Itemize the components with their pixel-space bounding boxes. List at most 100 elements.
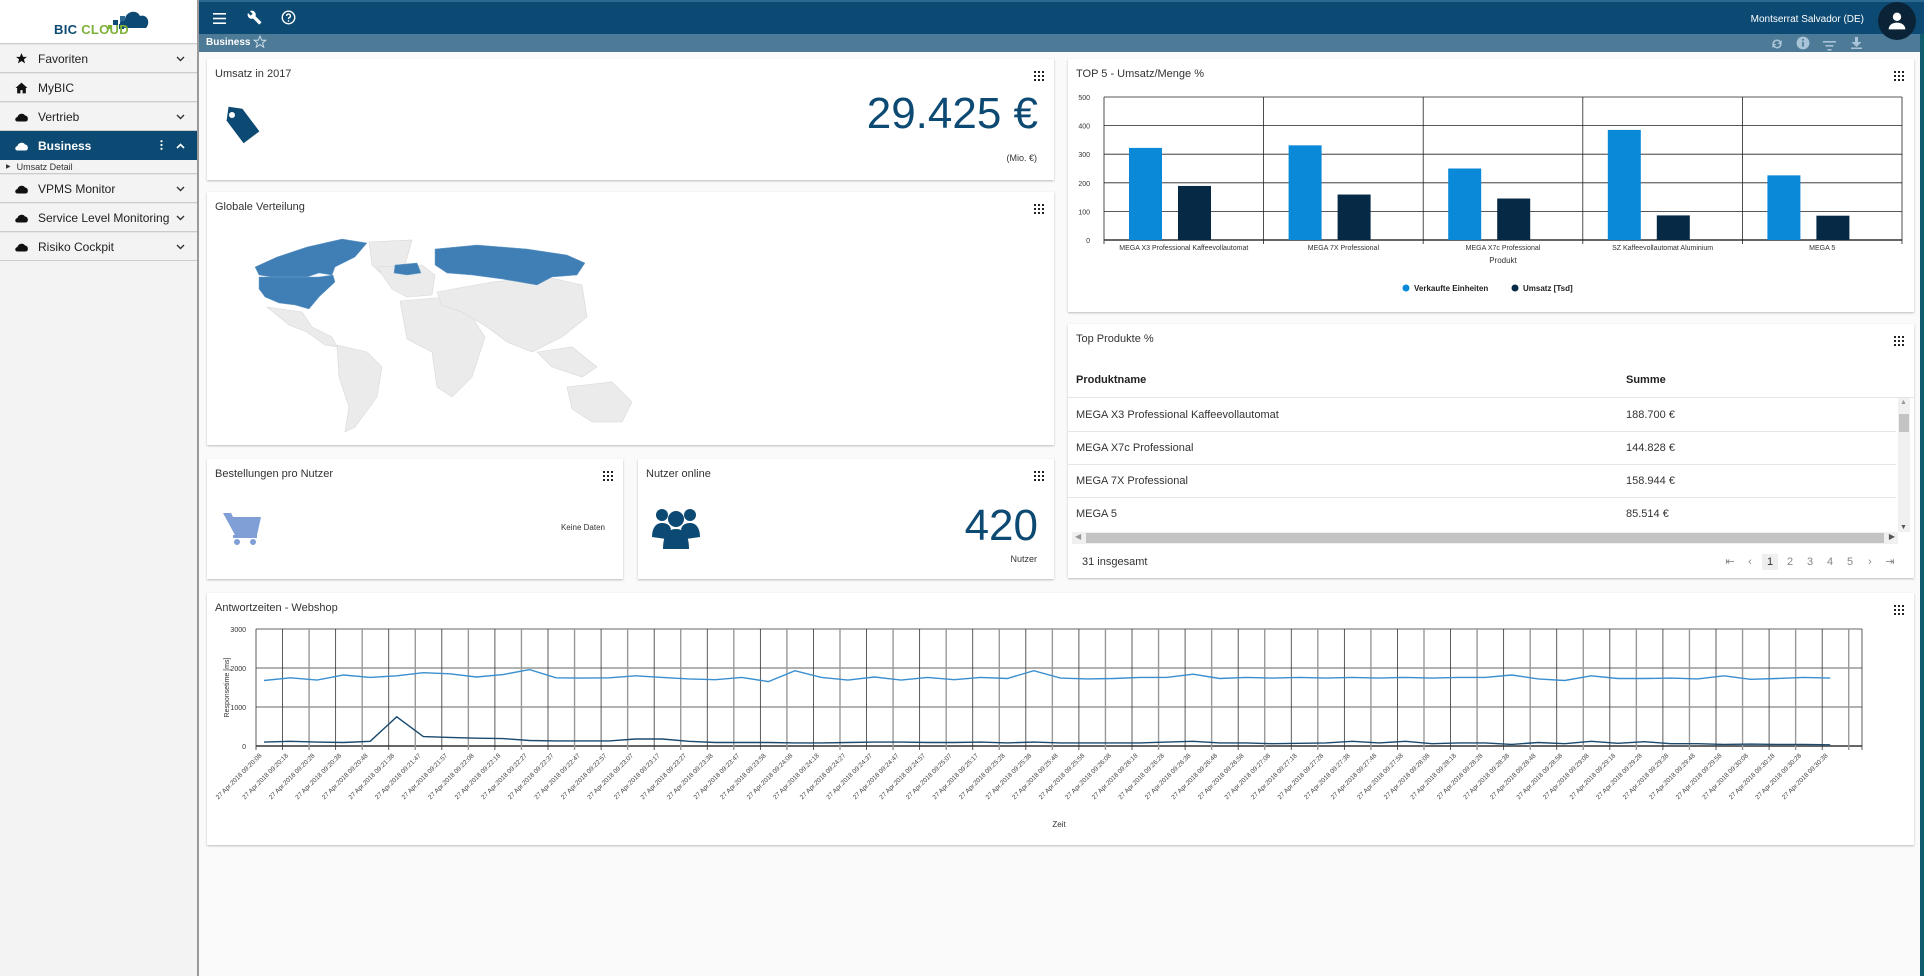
sidebar-item-label: VPMS Monitor xyxy=(38,181,116,196)
breadcrumb[interactable]: Business xyxy=(206,37,250,48)
sidebar-item-vpms-monitor[interactable]: VPMS Monitor xyxy=(0,174,197,203)
x-tick-label: 27 Apr.2018 09:29:08 xyxy=(1542,752,1591,801)
widget-nutzer-online: Nutzer online 420 Nutzer xyxy=(638,459,1054,579)
star-icon xyxy=(12,52,30,65)
bar-verkaufte-einheiten xyxy=(1288,145,1322,240)
pagination: ⇤ ‹ 1 2 3 4 5 › ⇥ xyxy=(1720,554,1900,570)
page-1[interactable]: 1 xyxy=(1762,554,1778,570)
sidebar-item-favoriten[interactable]: Favoriten xyxy=(0,44,197,73)
x-tick-label: 27 Apr.2018 09:30:38 xyxy=(1781,752,1830,801)
y-tick-label: 2000 xyxy=(230,666,246,673)
hamburger-menu-icon[interactable] xyxy=(213,11,226,29)
x-tick-label: 27 Apr.2018 09:25:48 xyxy=(1011,752,1060,801)
x-tick-label: MEGA X7c Professional xyxy=(1466,245,1541,252)
table-row[interactable]: MEGA X7c Professional 144.828 € xyxy=(1068,432,1896,465)
x-tick-label: MEGA X3 Professional Kaffeevollautomat xyxy=(1119,245,1248,252)
widget-menu-icon[interactable] xyxy=(1034,471,1044,481)
scroll-down-arrow-icon[interactable]: ▼ xyxy=(1900,524,1907,531)
x-tick-label: 27 Apr.2018 09:25:07 xyxy=(905,752,954,801)
x-tick-label: 27 Apr.2018 09:27:58 xyxy=(1356,752,1405,801)
sidebar-item-mybic[interactable]: MyBIC xyxy=(0,73,197,102)
download-icon[interactable] xyxy=(1851,36,1862,54)
vertical-scrollbar[interactable]: ▲ ▼ xyxy=(1898,398,1910,532)
x-axis-label: Produkt xyxy=(1489,256,1517,265)
x-tick-label: 27 Apr.2018 09:24:08 xyxy=(746,752,795,801)
breadcrumb-bar: Business xyxy=(199,34,1924,52)
page-2[interactable]: 2 xyxy=(1780,554,1800,570)
widget-title: Top Produkte % xyxy=(1076,333,1154,345)
x-tick-label: 27 Apr.2018 09:28:08 xyxy=(1383,752,1432,801)
cell-produktname: MEGA 5 xyxy=(1076,508,1117,520)
horizontal-scrollbar[interactable]: ◀ ▶ xyxy=(1072,532,1898,544)
map-southeast-asia xyxy=(536,346,598,378)
x-tick-label: 27 Apr.2018 09:25:28 xyxy=(958,752,1007,801)
scroll-left-arrow-icon[interactable]: ◀ xyxy=(1075,532,1081,541)
series-line-2 xyxy=(263,715,1831,746)
widget-menu-icon[interactable] xyxy=(1034,204,1044,214)
chevron-down-icon xyxy=(173,56,187,62)
column-header-summe[interactable]: Summe xyxy=(1626,374,1666,386)
x-tick-label: 27 Apr.2018 09:23:07 xyxy=(586,752,635,801)
sidebar-item-label: Vertrieb xyxy=(38,109,80,124)
y-tick-label: 3000 xyxy=(230,627,246,634)
avatar[interactable] xyxy=(1878,2,1916,40)
prev-page-icon[interactable]: ‹ xyxy=(1740,554,1760,570)
top-bar: Montserrat Salvador (DE) xyxy=(199,0,1924,34)
bar-chart: 0 100 200 300 400 500 MEGA X3 Professional Kaf… xyxy=(1078,95,1903,293)
page-4[interactable]: 4 xyxy=(1820,554,1840,570)
scroll-right-arrow-icon[interactable]: ▶ xyxy=(1889,532,1895,541)
x-tick-label: 27 Apr.2018 09:27:38 xyxy=(1303,752,1352,801)
legend-label: Umsatz [Tsd] xyxy=(1523,284,1573,293)
column-header-produktname[interactable]: Produktname xyxy=(1076,374,1146,386)
cloud-icon xyxy=(12,242,30,252)
x-tick-label: 27 Apr.2018 09:30:08 xyxy=(1701,752,1750,801)
widget-menu-icon[interactable] xyxy=(603,471,613,481)
sidebar-item-business[interactable]: Business xyxy=(0,131,197,160)
chevron-down-icon xyxy=(173,186,187,192)
table-row[interactable]: MEGA X3 Professional Kaffeevollautomat 1… xyxy=(1068,399,1896,432)
caret-right-icon: ▶ xyxy=(6,164,11,170)
map-russia xyxy=(434,244,586,286)
widget-menu-icon[interactable] xyxy=(1034,71,1044,81)
sidebar-item-service-level-monitoring[interactable]: Service Level Monitoring xyxy=(0,203,197,232)
sidebar-item-vertrieb[interactable]: Vertrieb xyxy=(0,102,197,131)
filter-icon[interactable] xyxy=(1823,38,1836,56)
page-3[interactable]: 3 xyxy=(1800,554,1820,570)
x-tick-label: 27 Apr.2018 09:24:37 xyxy=(825,752,874,801)
x-tick-label: 27 Apr.2018 09:25:17 xyxy=(931,752,980,801)
info-icon[interactable] xyxy=(1796,36,1810,55)
table-row[interactable]: MEGA 7X Professional 158.944 € xyxy=(1068,465,1896,498)
umsatz-value: 29.425 € xyxy=(866,89,1038,138)
sidebar-item-risiko-cockpit[interactable]: Risiko Cockpit xyxy=(0,232,197,261)
refresh-icon[interactable] xyxy=(1770,37,1784,55)
chevron-up-icon xyxy=(173,142,187,149)
favorite-star-icon[interactable] xyxy=(252,34,268,54)
world-map[interactable] xyxy=(237,237,667,437)
table-row[interactable]: MEGA 5 85.514 € xyxy=(1068,498,1896,531)
scrollbar-thumb[interactable] xyxy=(1086,533,1884,543)
legend-marker xyxy=(1402,284,1410,292)
first-page-icon[interactable]: ⇤ xyxy=(1720,554,1740,570)
logo[interactable]: BIC CLOUD xyxy=(0,0,197,44)
more-vertical-icon[interactable] xyxy=(160,139,163,153)
x-tick-label: 27 Apr.2018 09:26:28 xyxy=(1117,752,1166,801)
widget-bestellungen: Bestellungen pro Nutzer Keine Daten xyxy=(207,459,623,579)
next-page-icon[interactable]: › xyxy=(1860,554,1880,570)
wrench-icon[interactable] xyxy=(247,10,262,30)
sidebar-subitem-umsatz-detail[interactable]: ▶ Umsatz Detail xyxy=(0,160,197,174)
widget-menu-icon[interactable] xyxy=(1894,336,1904,346)
map-south-america xyxy=(336,344,383,433)
x-tick-label: 27 Apr.2018 09:22:47 xyxy=(533,752,582,801)
user-name[interactable]: Montserrat Salvador (DE) xyxy=(1751,14,1864,25)
app-root: BIC CLOUD Favoriten MyBIC Vertrieb Busin… xyxy=(0,0,1924,976)
last-page-icon[interactable]: ⇥ xyxy=(1880,554,1900,570)
x-tick-label: 27 Apr.2018 09:28:58 xyxy=(1515,752,1564,801)
bar-verkaufte-einheiten xyxy=(1129,147,1162,240)
map-central-america xyxy=(265,306,338,348)
scroll-up-arrow-icon[interactable]: ▲ xyxy=(1900,399,1907,406)
y-tick-label: 400 xyxy=(1078,124,1090,131)
help-icon[interactable] xyxy=(281,10,296,30)
page-5[interactable]: 5 xyxy=(1840,554,1860,570)
x-tick-label: 27 Apr.2018 09:23:27 xyxy=(639,752,688,801)
scrollbar-thumb[interactable] xyxy=(1899,414,1909,432)
